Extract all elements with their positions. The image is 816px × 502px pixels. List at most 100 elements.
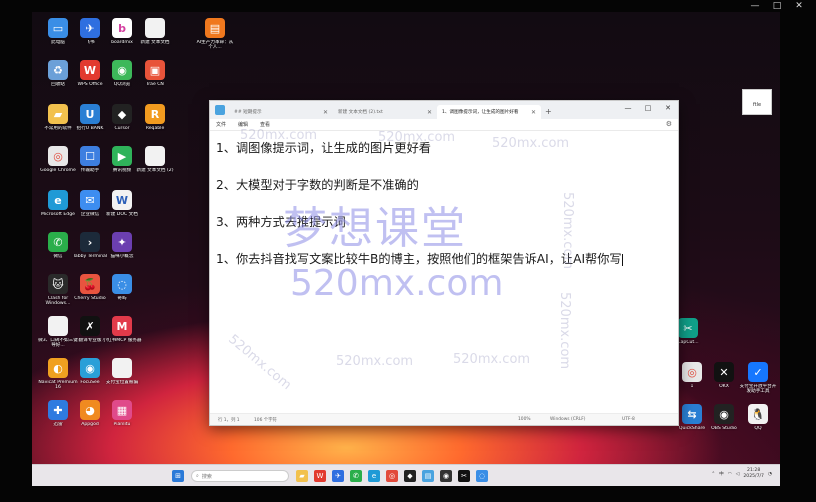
desktop-icon-qiyu[interactable]: ◌ 奇屿 [102, 274, 142, 301]
boardmix-icon: b [112, 18, 132, 38]
edge-icon: e [48, 190, 68, 210]
taskbar-wechat[interactable]: ✆ [350, 470, 362, 482]
desktop-icon-label: 猫咪小概念 [110, 254, 134, 259]
status-zoom: 100% [518, 417, 531, 422]
volume-icon[interactable]: ◁ [736, 472, 740, 477]
tab-close-icon[interactable]: ✕ [427, 109, 432, 116]
wifi-icon[interactable]: ◠ [728, 472, 732, 477]
qiyu-icon: ◌ [112, 274, 132, 294]
status-position: 行 1，列 1 [218, 418, 240, 423]
text-line-4-content: 1、你去抖音找写文案比较牛B的博主，按照他们的框架告诉AI，让AI帮你写 [216, 252, 622, 266]
taskbar-obs[interactable]: ◉ [440, 470, 452, 482]
folder-icon: ▰ [48, 104, 68, 124]
share-icon: ⇆ [682, 404, 702, 424]
desktop-icon-label: 新建 DOC 文档 [106, 212, 138, 217]
desktop-icon-reqable[interactable]: R Reqable [135, 104, 175, 131]
alipay-icon: ✓ [748, 362, 768, 382]
clash-icon: 🐱 [48, 274, 68, 294]
desktop-icon-new-text-doc[interactable]: 新建 文本文档 [135, 18, 175, 45]
notepad-statusbar: 行 1，列 1 106 个字符 100% Windows (CRLF) UTF-… [210, 413, 678, 425]
menu-file[interactable]: 文件 [216, 121, 226, 128]
qq-browser-icon: ◉ [112, 60, 132, 80]
desktop-icon-label: 支付宝开放平台开发助手工具 [739, 384, 777, 395]
desktop-icon-xiaohongshu[interactable]: M 小红书MCP 服务器 [102, 316, 142, 343]
notification-bell-icon[interactable]: ◔ [768, 472, 772, 477]
desktop-icon-label: 奇屿 [117, 296, 127, 301]
okx-icon: ✕ [714, 362, 734, 382]
close-icon[interactable]: ✕ [658, 101, 678, 115]
desktop-icon-label: 新建 文本文档 (2) [136, 168, 174, 173]
tab-short-prompt[interactable]: ## 短期提示 ✕ [229, 105, 333, 119]
qq-icon: 🐧 [748, 404, 768, 424]
doc-file-icon: W [112, 190, 132, 210]
minimize-icon[interactable]: — [744, 0, 766, 12]
maximize-icon[interactable]: □ [766, 0, 788, 12]
xhs-icon: M [112, 316, 132, 336]
trae-icon: ▣ [145, 60, 165, 80]
taskbar-explorer[interactable]: ▰ [296, 470, 308, 482]
focusee-icon: ◉ [80, 358, 100, 378]
status-char-count: 106 个字符 [254, 418, 277, 423]
desktop-icon-label: Pianlitu [113, 422, 131, 427]
desktop-icon-new-doc[interactable]: W 新建 DOC 文档 [102, 190, 142, 217]
input-language[interactable]: 中 [719, 471, 724, 477]
desktop-icon-new-text-doc-2[interactable]: 新建 文本文档 (2) [135, 146, 175, 173]
recorder-window-controls: — □ ✕ [744, 0, 810, 12]
status-line-ending: Windows (CRLF) [550, 417, 586, 422]
desktop-icon-qq[interactable]: 🐧 QQ [738, 404, 778, 431]
taskbar-capcut[interactable]: ✂ [458, 470, 470, 482]
tab-new-text-doc[interactable]: 新建 文本文档 (2).txt ✕ [333, 105, 437, 119]
feishu-icon: ✈ [80, 18, 100, 38]
close-icon[interactable]: ✕ [788, 0, 810, 12]
taskbar-clock[interactable]: 21:28 2025/7/7 [743, 468, 764, 480]
search-icon: ⌕ [196, 473, 199, 479]
windows-start-icon[interactable]: ⊞ [172, 470, 184, 482]
notepad-app-icon [215, 105, 225, 115]
desktop-icon-trae[interactable]: ▣ Trae CN [135, 60, 175, 87]
tray-chevron-icon[interactable]: ⌃ [711, 472, 715, 477]
gear-icon[interactable]: ⚙ [666, 120, 672, 128]
taskbar-edge[interactable]: e [368, 470, 380, 482]
menu-edit[interactable]: 编辑 [238, 121, 248, 128]
tab-label: 1、调图像提示词，让生成的图片好看 [442, 110, 519, 115]
minimize-icon[interactable]: — [618, 101, 638, 115]
floating-widget[interactable]: ftle [742, 89, 772, 115]
desktop-icon-file-4[interactable]: 支付宝位置被骗 [102, 358, 142, 385]
desktop-icon-label: Reqable [145, 126, 165, 131]
new-tab-plus-icon[interactable]: + [545, 105, 552, 119]
monitor-icon: ▭ [48, 18, 68, 38]
xunlei-icon: ✚ [48, 400, 68, 420]
recycle-bin-icon: ♻ [48, 60, 68, 80]
taskbar-app[interactable]: ◌ [476, 470, 488, 482]
floating-widget-line2: ftle [752, 102, 762, 108]
tab-close-icon[interactable]: ✕ [323, 109, 328, 116]
desktop-icon-label: 新建 文本文档 [140, 40, 170, 45]
desktop-icon-miniprogram[interactable]: ✦ 猫咪小概念 [102, 232, 142, 259]
tab-current-doc[interactable]: 1、调图像提示词，让生成的图片好看 ✕ [437, 105, 541, 119]
notepad-window[interactable]: ## 短期提示 ✕ 新建 文本文档 (2).txt ✕ 1、调图像提示词，让生成… [209, 100, 679, 426]
text-line-1: 1、调图像提示词，让生成的图片更好看 [216, 141, 431, 155]
menu-view[interactable]: 查看 [260, 121, 270, 128]
app-icon: ✦ [112, 232, 132, 252]
taskbar-wps[interactable]: W [314, 470, 326, 482]
notepad-text-area[interactable]: 1、调图像提示词，让生成的图片更好看 2、大模型对于字数的判断是不准确的 3、两… [210, 132, 678, 415]
text-file-icon [145, 18, 165, 38]
pdf-file-icon: ▤ [205, 18, 225, 38]
taskbar-search[interactable]: ⌕ 搜索 [191, 470, 289, 482]
notepad-titlebar: ## 短期提示 ✕ 新建 文本文档 (2).txt ✕ 1、调图像提示词，让生成… [210, 101, 678, 119]
text-file-icon [112, 358, 132, 378]
taskbar-feishu[interactable]: ✈ [332, 470, 344, 482]
desktop-icon-label: 支付宝位置被骗 [105, 380, 139, 385]
desktop-icon-ai-file[interactable]: ▤ AI生产力革命：从个人... [195, 18, 235, 51]
desktop-icon-pianlitu[interactable]: ▦ Pianlitu [102, 400, 142, 427]
tab-label: ## 短期提示 [234, 110, 262, 115]
taskbar-cursor[interactable]: ◆ [404, 470, 416, 482]
taskbar-chrome[interactable]: ◎ [386, 470, 398, 482]
tab-close-icon[interactable]: ✕ [531, 109, 536, 116]
maximize-icon[interactable]: □ [638, 101, 658, 115]
desktop-icon-alipay-tool[interactable]: ✓ 支付宝开放平台开发助手工具 [738, 362, 778, 395]
text-line-4: 1、你去抖音找写文案比较牛B的博主，按照他们的框架告诉AI，让AI帮你写 [216, 251, 678, 268]
taskbar-notepad[interactable]: ▤ [422, 470, 434, 482]
text-caret [621, 253, 623, 266]
notepad-menubar: 文件 编辑 查看 ⚙ [210, 119, 678, 131]
